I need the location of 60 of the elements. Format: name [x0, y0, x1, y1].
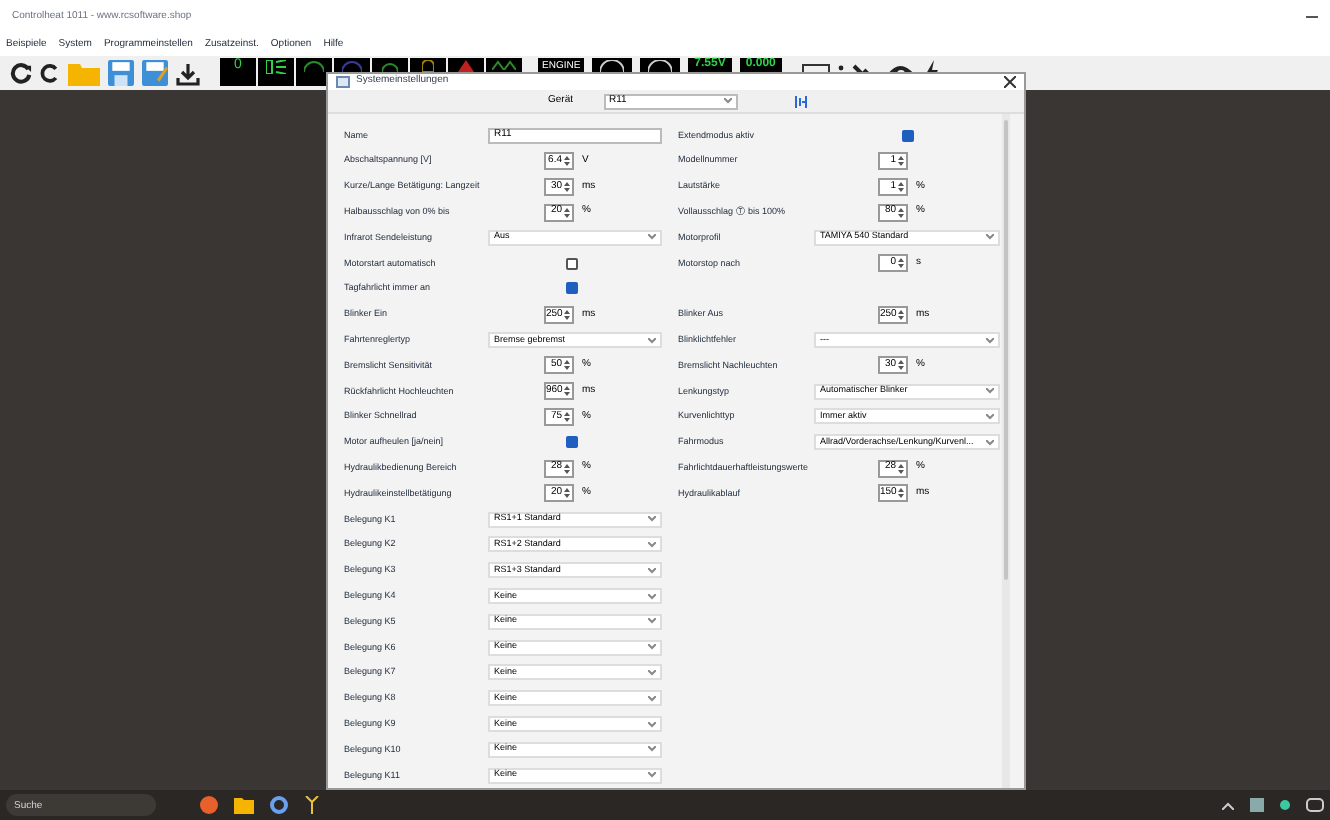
spinner-arrows-icon[interactable]: [564, 461, 570, 476]
lamp-icon: [382, 60, 398, 72]
reload-icon[interactable]: [40, 62, 60, 84]
spinner-arrows-icon[interactable]: [564, 205, 570, 220]
spinner-arrows-icon[interactable]: [564, 384, 570, 399]
spinner-arrows-icon[interactable]: [564, 409, 570, 424]
caret-icon: [986, 439, 994, 446]
antenna-icon[interactable]: [304, 796, 320, 814]
close-icon[interactable]: [1004, 76, 1016, 89]
warning-triangle-icon: [458, 60, 474, 72]
caret-icon: [986, 413, 994, 420]
spinner-arrows-icon[interactable]: [564, 179, 570, 194]
checkbox[interactable]: [902, 129, 914, 142]
minimize-icon[interactable]: [1306, 16, 1318, 20]
caret-icon: [648, 746, 656, 753]
settings-window-icon: [336, 76, 350, 89]
spinner-arrows-icon[interactable]: [898, 153, 904, 168]
spinner-arrows-icon[interactable]: [898, 179, 904, 194]
caret-icon: [986, 388, 994, 395]
gauge-icon: [648, 60, 673, 72]
gauge-icon: [600, 60, 625, 72]
spinner-arrows-icon[interactable]: [898, 461, 904, 476]
spinner-arrows-icon[interactable]: [898, 205, 904, 220]
browser-icon[interactable]: [200, 796, 218, 814]
chat-icon[interactable]: [1306, 797, 1324, 813]
status-dot-icon: [1280, 800, 1290, 810]
folder-icon[interactable]: [234, 797, 254, 813]
spinner-arrows-icon[interactable]: [898, 307, 904, 322]
arrows-icon: [492, 60, 516, 70]
caret-icon: [648, 695, 656, 702]
caret-icon: [648, 567, 656, 574]
chevron-up-icon[interactable]: [1222, 801, 1234, 809]
caret-icon: [648, 644, 656, 651]
spinner-arrows-icon[interactable]: [898, 358, 904, 373]
caret-icon: [648, 541, 656, 548]
caret-icon: [648, 721, 656, 727]
checkbox[interactable]: [566, 282, 578, 295]
caret-icon: [648, 772, 656, 779]
caret-icon: [648, 516, 656, 523]
download-icon[interactable]: [176, 61, 200, 85]
caret-icon: [648, 234, 656, 241]
caret-icon: [986, 337, 994, 344]
scrollbar[interactable]: [1002, 114, 1010, 788]
caret-icon: [648, 337, 656, 344]
caret-icon: [648, 593, 656, 600]
spinner-arrows-icon[interactable]: [564, 486, 570, 501]
spinner-arrows-icon[interactable]: [898, 256, 904, 271]
spinner-arrows-icon[interactable]: [564, 153, 570, 168]
caret-icon: [648, 669, 656, 676]
spinner-arrows-icon[interactable]: [898, 486, 904, 501]
light-beam-icon: [266, 60, 286, 74]
checkbox[interactable]: [566, 257, 578, 270]
checkbox[interactable]: [566, 436, 578, 449]
caret-icon: [648, 618, 656, 625]
caret-icon: [986, 234, 994, 241]
refresh-icon[interactable]: [10, 62, 32, 84]
floppy-disk-pen-icon[interactable]: [142, 60, 168, 86]
caret-icon: [723, 98, 732, 105]
spinner-arrows-icon[interactable]: [564, 358, 570, 373]
spinner-arrows-icon[interactable]: [564, 307, 570, 322]
